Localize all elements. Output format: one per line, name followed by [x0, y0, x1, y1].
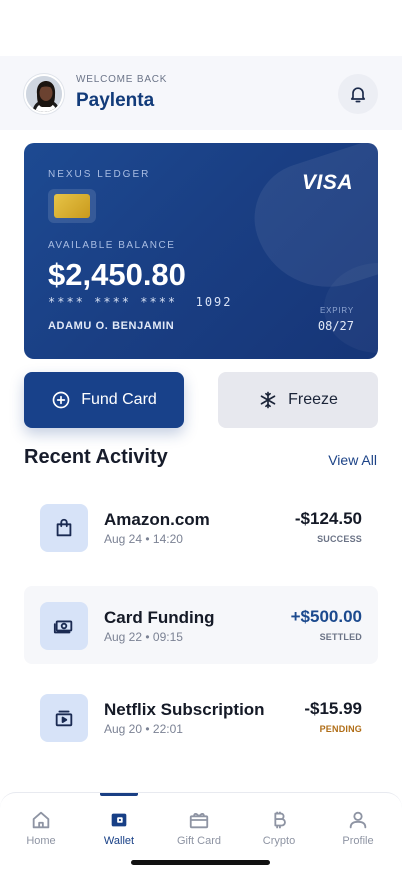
shopping-bag-icon [40, 504, 88, 552]
list-item[interactable]: Card Funding Aug 22 • 09:15 +$500.00 SET… [24, 586, 378, 664]
expiry-label: EXPIRY [320, 306, 354, 315]
freeze-label: Freeze [288, 391, 338, 408]
list-item[interactable]: Netflix Subscription Aug 20 • 22:01 -$15… [24, 678, 378, 756]
tab-label: Crypto [262, 835, 296, 847]
wallet-icon [111, 813, 127, 827]
card-network-logo: VISA [301, 171, 353, 194]
bitcoin-icon [274, 811, 286, 829]
recent-activity-title: Recent Activity [24, 446, 168, 468]
tab-profile[interactable]: Profile [318, 793, 398, 853]
transaction-name: Card Funding [104, 608, 215, 627]
tab-label: Profile [342, 835, 374, 847]
bank-card[interactable]: NEXUS LEDGER VISA AVAILABLE BALANCE $2,4… [24, 143, 378, 359]
tab-label: Wallet [103, 835, 135, 847]
list-item[interactable]: Amazon.com Aug 24 • 14:20 -$124.50 SUCCE… [24, 488, 378, 566]
money-icon [40, 602, 88, 650]
tab-home[interactable]: Home [1, 793, 81, 853]
home-indicator [131, 860, 270, 865]
plus-circle-icon [52, 391, 70, 409]
transaction-date: Aug 20 • 22:01 [104, 722, 183, 736]
card-holder: ADAMU O. BENJAMIN [48, 320, 175, 332]
balance-label: AVAILABLE BALANCE [48, 240, 176, 251]
transaction-status: SETTLED [319, 632, 362, 642]
welcome-label: WELCOME BACK [76, 74, 168, 85]
transaction-amount: -$124.50 [294, 509, 362, 528]
tab-label: Gift Card [176, 835, 221, 847]
home-icon [32, 811, 50, 829]
transaction-status: PENDING [319, 724, 362, 734]
expiry-date: 08/27 [317, 319, 354, 333]
fund-card-label: Fund Card [81, 391, 157, 408]
card-number: **** **** **** 1092 [48, 295, 233, 309]
transaction-name: Netflix Subscription [104, 700, 265, 719]
header: WELCOME BACK Paylenta [0, 56, 402, 130]
transaction-name: Amazon.com [104, 510, 210, 529]
chip-icon [48, 189, 96, 223]
transaction-status: SUCCESS [317, 534, 362, 544]
bell-icon [350, 87, 366, 103]
view-all-link[interactable]: View All [328, 452, 377, 468]
avatar[interactable] [24, 74, 64, 114]
balance-amount: $2,450.80 [48, 257, 186, 292]
fund-card-button[interactable]: Fund Card [24, 372, 184, 428]
bank-name: NEXUS LEDGER [48, 169, 151, 180]
tab-gift-card[interactable]: Gift Card [159, 793, 239, 853]
username: Paylenta [76, 90, 155, 111]
tab-wallet[interactable]: Wallet [79, 793, 159, 853]
transaction-amount: +$500.00 [290, 607, 362, 626]
tab-crypto[interactable]: Crypto [239, 793, 319, 853]
transaction-date: Aug 24 • 14:20 [104, 532, 183, 546]
snowflake-icon [260, 391, 276, 409]
gift-card-icon [189, 813, 209, 829]
transaction-date: Aug 22 • 09:15 [104, 630, 183, 644]
notifications-button[interactable] [338, 74, 378, 114]
profile-icon [349, 811, 367, 829]
tab-label: Home [26, 835, 56, 847]
freeze-button[interactable]: Freeze [218, 372, 378, 428]
transaction-amount: -$15.99 [304, 699, 362, 718]
video-icon [40, 694, 88, 742]
